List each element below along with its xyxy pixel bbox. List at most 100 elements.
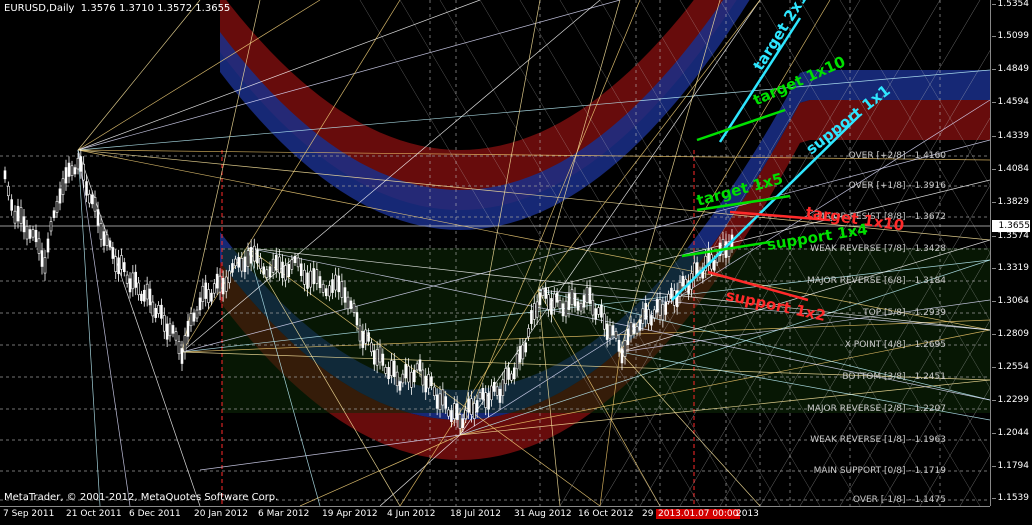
candle-body xyxy=(530,310,533,324)
candle-body xyxy=(655,298,659,313)
candle-body xyxy=(321,283,325,293)
candle-body xyxy=(79,156,83,172)
candle-body xyxy=(114,256,118,272)
price-axis[interactable]: 1.5354 1.5099 1.4849 1.4594 1.4339 1.408… xyxy=(990,0,1032,506)
candle-body xyxy=(478,392,482,400)
candle-body xyxy=(538,292,542,305)
murrey-level-label: OVER [+2/8] - 1.4160 xyxy=(848,151,946,161)
candle-body xyxy=(76,158,80,170)
price-tick: 1.3319 xyxy=(991,263,1029,273)
candle-body xyxy=(441,389,445,406)
candle-body xyxy=(501,379,505,396)
candle-body xyxy=(582,295,586,308)
chart-title: EURUSD,Daily 1.3576 1.3710 1.3572 1.3655 xyxy=(4,3,231,14)
candle-body xyxy=(346,296,350,310)
candle-body xyxy=(390,360,393,376)
candle-body xyxy=(597,307,600,315)
candle-body xyxy=(49,221,53,232)
price-tick: 1.5099 xyxy=(991,31,1029,41)
candle-body xyxy=(31,229,35,238)
murrey-level-label: MAJOR REVERSE [2/8] - 1.2207 xyxy=(806,404,946,414)
candle-body xyxy=(594,308,598,320)
candle-body xyxy=(343,287,347,303)
candle-body xyxy=(140,293,143,301)
candle-body xyxy=(309,270,312,288)
candle-body xyxy=(507,367,510,380)
candle-body xyxy=(234,258,237,266)
candle-body xyxy=(721,239,725,255)
candle-body xyxy=(19,207,23,224)
candle-body xyxy=(623,340,627,357)
candle-body xyxy=(218,275,222,293)
candle-body xyxy=(458,414,462,429)
date-tick: 19 Apr 2012 xyxy=(322,509,378,519)
candle-body xyxy=(585,287,589,303)
date-tick: 20 Jan 2012 xyxy=(194,509,248,519)
date-tick: 31 Aug 2012 xyxy=(514,509,572,519)
candle-body xyxy=(324,288,328,297)
candle-body xyxy=(290,259,294,270)
candle-body xyxy=(712,260,716,271)
date-axis[interactable]: 7 Sep 2011 21 Oct 2011 6 Dec 2011 20 Jan… xyxy=(0,506,990,525)
plot-area[interactable]: EURUSD,Daily 1.3576 1.3710 1.3572 1.3655… xyxy=(0,0,990,506)
candle-body xyxy=(148,288,152,306)
murrey-level-label: MAJOR REVERSE [6/8] - 1.3184 xyxy=(806,276,946,286)
candle-body xyxy=(667,293,670,302)
candle-body xyxy=(629,322,633,337)
candle-body xyxy=(381,353,385,366)
candle-body xyxy=(608,324,612,339)
murrey-level-label: TOP [5/8] - 1.2939 xyxy=(863,308,946,318)
candle-body xyxy=(154,307,158,318)
candle-body xyxy=(430,376,433,386)
candle-body xyxy=(7,185,10,197)
murrey-level-label: MAIN SUPPORT [0/8] - 1.1719 xyxy=(813,466,946,476)
candle-body xyxy=(180,348,184,364)
candle-body xyxy=(527,328,530,338)
murrey-level-label: OVER [-1/8] - 1.1475 xyxy=(852,495,946,505)
candle-body xyxy=(398,381,402,391)
candle-body xyxy=(432,386,436,396)
candle-body xyxy=(192,312,196,322)
candle-body xyxy=(467,398,470,413)
candle-body xyxy=(296,257,300,268)
candle-body xyxy=(210,292,213,302)
candle-body xyxy=(412,370,416,383)
candle-body xyxy=(487,393,490,410)
candle-body xyxy=(461,418,465,428)
candle-body xyxy=(547,294,550,310)
chart-window[interactable]: EURUSD,Daily 1.3576 1.3710 1.3572 1.3655… xyxy=(0,0,1032,524)
candle-body xyxy=(370,342,373,353)
date-tick: 16 Oct 2012 xyxy=(578,509,634,519)
candle-body xyxy=(512,367,516,380)
candle-body xyxy=(664,301,668,315)
candle-body xyxy=(70,165,74,176)
candle-body xyxy=(228,270,231,284)
candle-body xyxy=(207,289,210,303)
candle-body xyxy=(125,274,129,284)
candle-body xyxy=(544,287,548,299)
candle-body xyxy=(46,238,50,253)
candle-body xyxy=(28,229,32,239)
candle-body xyxy=(472,403,476,419)
price-tick: 1.1539 xyxy=(991,493,1029,503)
candle-body xyxy=(407,365,410,383)
candle-body xyxy=(340,281,344,298)
candle-body xyxy=(262,266,266,275)
candle-body xyxy=(647,309,650,324)
candle-body xyxy=(652,309,656,319)
murrey-level-label: BOTTOM [3/8] - 1.2451 xyxy=(842,372,946,382)
candle-body xyxy=(22,216,26,233)
price-tick: 1.2299 xyxy=(991,395,1029,405)
candle-body xyxy=(134,271,138,288)
candle-body xyxy=(518,346,522,363)
candle-body xyxy=(183,335,187,352)
candle-body xyxy=(658,299,662,316)
candle-body xyxy=(96,209,100,226)
candle-body xyxy=(588,287,592,304)
candle-body xyxy=(67,162,71,177)
price-tick: 1.5354 xyxy=(991,0,1029,9)
candle-body xyxy=(641,308,645,324)
price-tick: 1.3829 xyxy=(991,197,1029,207)
candle-body xyxy=(278,256,281,274)
date-tick: 29 xyxy=(642,509,654,519)
